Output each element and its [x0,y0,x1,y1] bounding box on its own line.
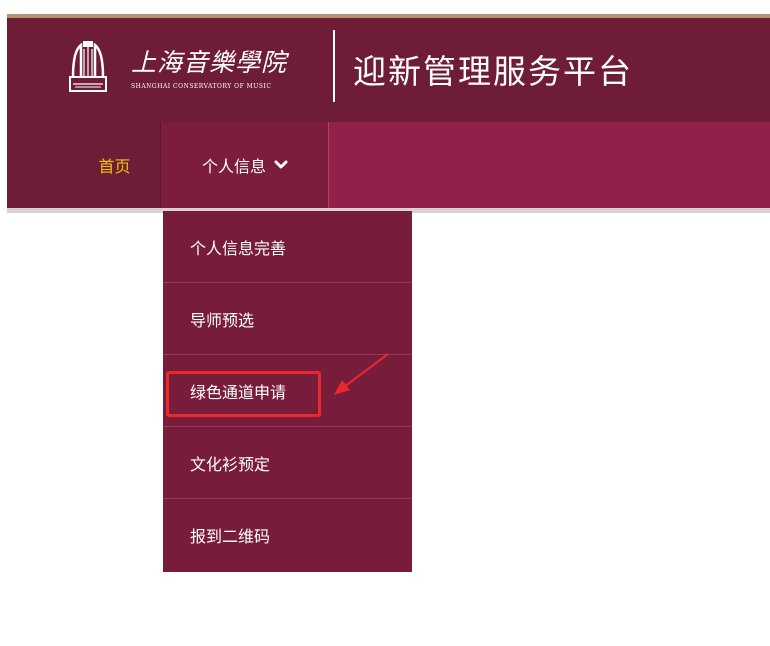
menu-item-registration-qr-code[interactable]: 报到二维码 [163,499,412,571]
logo-english-name: SHANGHAI CONSERVATORY OF MUSIC [131,83,272,90]
site-header: 上海音樂學院 SHANGHAI CONSERVATORY OF MUSIC 迎新… [7,18,770,122]
nav-item-personal-info[interactable]: 个人信息 [161,122,329,208]
menu-item-label: 报到二维码 [190,527,271,546]
menu-item-label: 文化衫预定 [190,454,271,474]
header-divider [333,30,335,102]
site-title: 迎新管理服务平台 [353,52,633,91]
logo-chinese-name: 上海音樂學院 [131,48,288,77]
annotation-arrow-icon [334,353,389,395]
menu-item-tshirt-reservation[interactable]: 文化衫预定 [163,427,412,499]
main-nav: 首页 个人信息 [7,122,770,208]
lyre-emblem-icon [69,41,107,92]
nav-divider [328,122,329,208]
annotation-highlight-box [166,371,321,417]
menu-item-label: 导师预选 [190,310,255,330]
chevron-down-icon [274,160,288,169]
page: 上海音樂學院 SHANGHAI CONSERVATORY OF MUSIC 迎新… [0,0,770,646]
nav-item-home-label: 首页 [98,157,131,176]
menu-item-advisor-preselect[interactable]: 导师预选 [163,283,412,355]
nav-item-home[interactable]: 首页 [68,122,161,208]
nav-item-personal-info-label: 个人信息 [201,157,266,176]
nav-left-spacer [7,122,68,208]
menu-item-complete-profile[interactable]: 个人信息完善 [163,211,412,283]
menu-item-label: 个人信息完善 [190,238,287,258]
conservatory-logo[interactable]: 上海音樂學院 SHANGHAI CONSERVATORY OF MUSIC [67,33,327,105]
